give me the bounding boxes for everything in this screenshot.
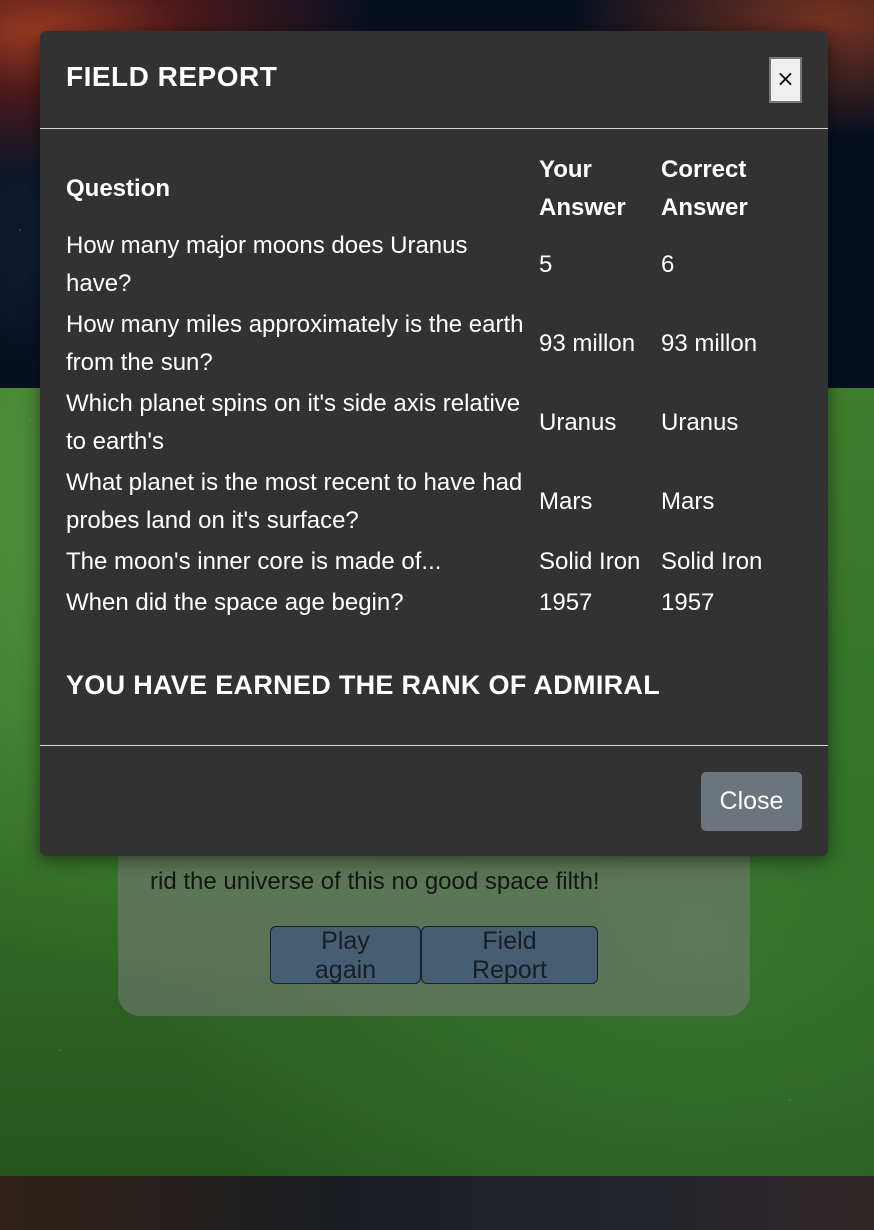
your-answer-cell: 1957 (539, 589, 593, 616)
question-cell: How many major moons does Uranus have? (66, 232, 468, 297)
field-report-table: Question Your Answer Correct Answer How … (66, 151, 801, 625)
close-button[interactable]: Close (701, 772, 802, 831)
correct-answer-cell: 1957 (661, 589, 715, 616)
question-cell: How many miles approximately is the eart… (66, 311, 524, 376)
table-row: How many major moons does Uranus have? 5… (66, 227, 801, 306)
close-icon-button[interactable]: × (769, 57, 802, 103)
your-answer-cell: Mars (539, 488, 593, 515)
correct-answer-cell: 6 (661, 251, 675, 278)
question-cell: Which planet spins on it's side axis rel… (66, 390, 521, 455)
modal-title: FIELD REPORT (66, 61, 278, 92)
question-cell: When did the space age begin? (66, 589, 404, 616)
column-header-your-answer: Your Answer (539, 156, 626, 221)
table-row: Which planet spins on it's side axis rel… (66, 385, 801, 464)
question-cell: The moon's inner core is made of... (66, 548, 442, 575)
your-answer-cell: Uranus (539, 409, 617, 436)
modal-body: Question Your Answer Correct Answer How … (66, 151, 806, 625)
correct-answer-cell: Solid Iron (661, 548, 763, 575)
field-report-modal: FIELD REPORT × Question Your Answer Corr… (40, 31, 828, 856)
correct-answer-cell: Uranus (661, 409, 739, 436)
your-answer-cell: Solid Iron (539, 548, 641, 575)
your-answer-cell: 5 (539, 251, 553, 278)
table-row: How many miles approximately is the eart… (66, 306, 801, 385)
table-row: The moon's inner core is made of... Soli… (66, 543, 801, 584)
correct-answer-cell: 93 millon (661, 330, 758, 357)
correct-answer-cell: Mars (661, 488, 715, 515)
modal-header: FIELD REPORT × (40, 31, 828, 129)
column-header-correct-answer: Correct Answer (661, 156, 748, 221)
your-answer-cell: 93 millon (539, 330, 636, 357)
table-row: What planet is the most recent to have h… (66, 464, 801, 543)
table-row: When did the space age begin? 1957 1957 (66, 584, 801, 625)
question-cell: What planet is the most recent to have h… (66, 469, 523, 534)
table-header-row: Question Your Answer Correct Answer (66, 151, 801, 227)
column-header-question: Question (66, 175, 171, 202)
modal-footer: Close (40, 745, 828, 856)
rank-message: YOU HAVE EARNED THE RANK OF ADMIRAL (66, 670, 661, 700)
